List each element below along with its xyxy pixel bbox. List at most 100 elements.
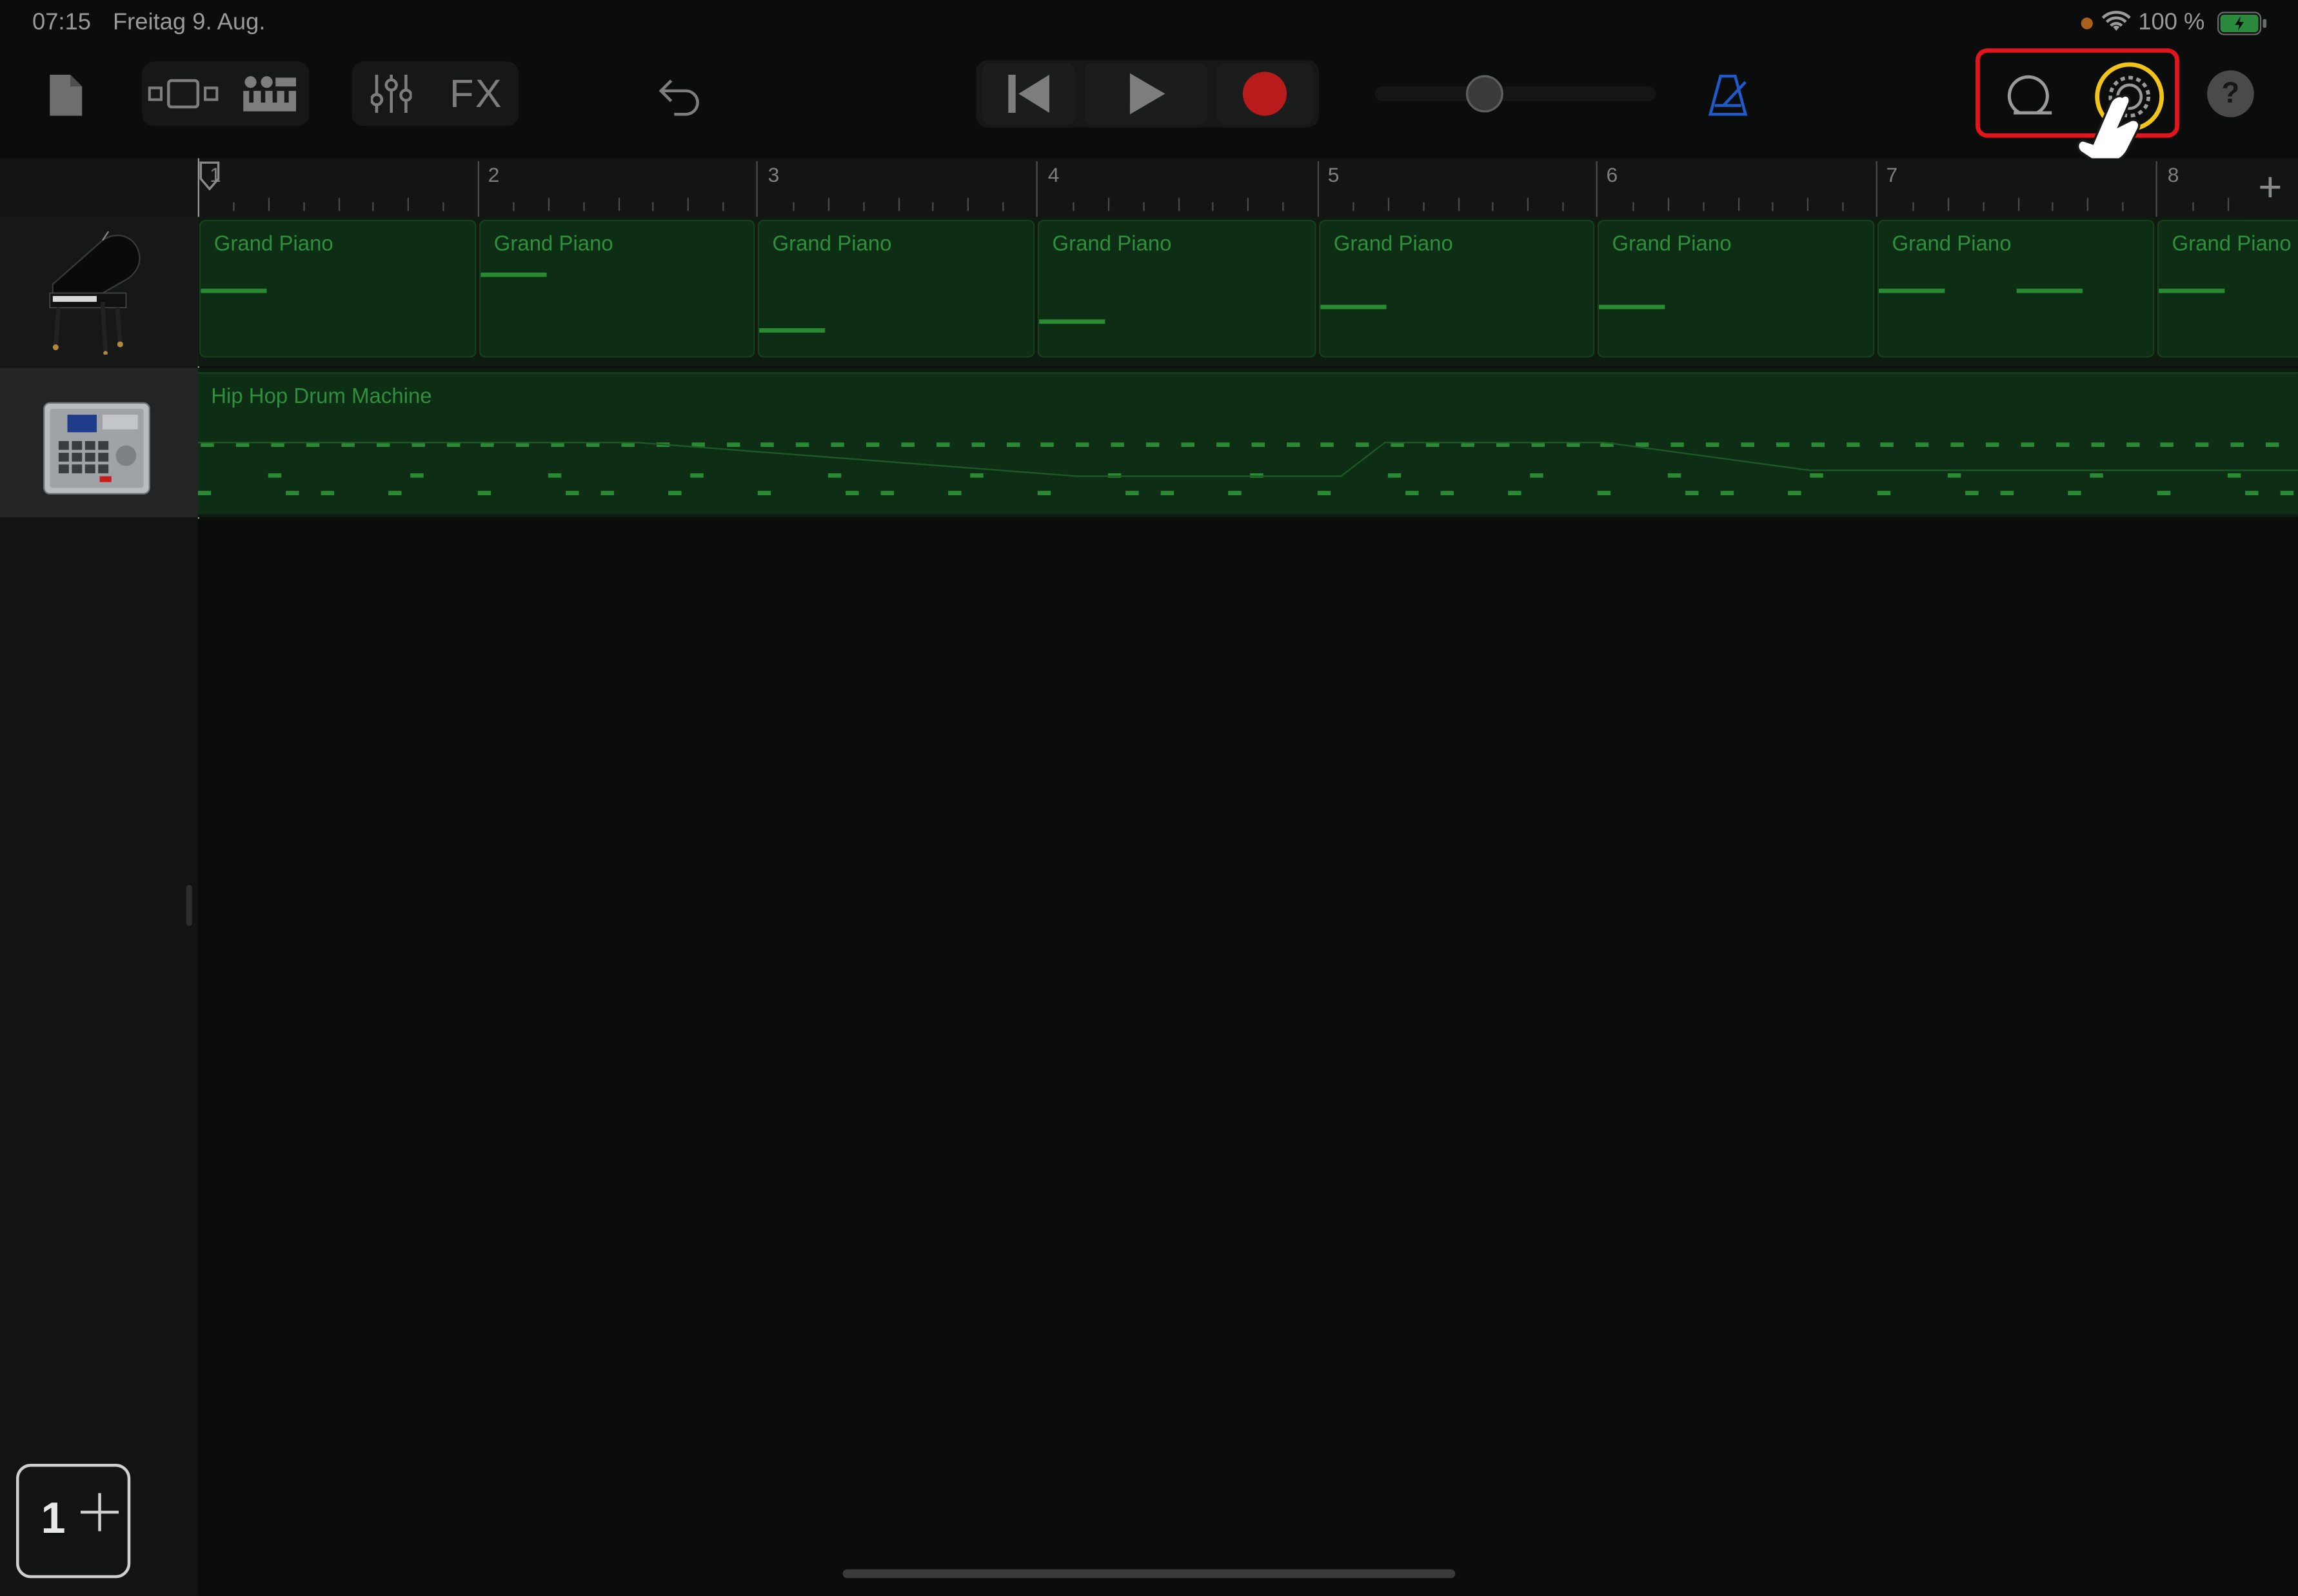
drum-hit (2280, 491, 2294, 496)
ruler-tick (722, 202, 724, 212)
view-toggle-button[interactable] (146, 64, 220, 123)
drum-hit (2068, 491, 2081, 496)
region-label: Grand Piano (1333, 233, 1453, 257)
help-button[interactable]: ? (2207, 70, 2254, 117)
drum-hit (1216, 442, 1230, 448)
region-label: Grand Piano (772, 233, 892, 257)
go-to-beginning-button[interactable] (982, 63, 1076, 125)
recording-indicator-dot (2081, 17, 2093, 30)
drum-hit (1317, 491, 1331, 496)
add-section-button[interactable]: + (2242, 158, 2298, 217)
track-header-hip-hop-drum-machine[interactable] (0, 368, 198, 518)
drum-pattern (197, 442, 2298, 496)
region-grand-piano-6[interactable]: Grand Piano (1597, 219, 1875, 358)
bar-line (1317, 161, 1320, 217)
midi-note (2159, 288, 2225, 293)
region-hip-hop-drum-machine[interactable]: Hip Hop Drum Machine (197, 372, 2298, 515)
bar-number: 3 (768, 163, 780, 186)
ruler-tick (513, 202, 515, 212)
ruler-tick (1457, 197, 1460, 212)
drum-hit (1160, 491, 1174, 496)
region-grand-piano-8[interactable]: Grand Piano (2157, 219, 2298, 358)
drum-hit (2091, 442, 2105, 448)
ruler-tick (268, 197, 270, 212)
fx-button[interactable]: FX (437, 64, 516, 123)
drum-hit (286, 491, 299, 496)
drum-hit (1880, 442, 1894, 448)
drum-hit (760, 442, 774, 448)
region-grand-piano-2[interactable]: Grand Piano (479, 219, 755, 358)
metronome-icon (1708, 74, 1748, 116)
my-songs-button[interactable] (41, 68, 91, 123)
ruler-tick (1772, 202, 1774, 212)
ruler-tick (1422, 202, 1424, 212)
bar-line (2155, 161, 2157, 217)
drum-hit (1965, 491, 1979, 496)
drum-hit (1040, 442, 1054, 448)
ruler-tick (1912, 202, 1914, 212)
ruler-tick (1807, 197, 1809, 212)
ruler-tick (1947, 197, 1949, 212)
mixer-button[interactable] (357, 64, 425, 123)
smart-controls-button[interactable] (235, 64, 305, 123)
drum-hit (1181, 442, 1194, 448)
fx-label: FX (449, 71, 503, 115)
drum-hit (1776, 442, 1790, 448)
drum-hit (1720, 491, 1734, 496)
drum-hit (880, 491, 895, 496)
region-grand-piano-7[interactable]: Grand Piano (1877, 219, 2155, 358)
undo-button[interactable] (648, 68, 712, 123)
drum-hit (971, 442, 985, 448)
drum-hit (901, 442, 915, 448)
record-button[interactable] (1216, 63, 1313, 125)
bar-number: 6 (1606, 163, 1618, 186)
drum-hit (1405, 491, 1419, 496)
drum-hit (1125, 491, 1139, 496)
volume-slider-track (1374, 75, 1656, 113)
home-indicator[interactable] (842, 1569, 1456, 1579)
track-header-grand-piano[interactable] (0, 217, 198, 367)
battery-percentage: 100 % (2138, 10, 2205, 35)
drum-hit (388, 491, 402, 496)
bar-number: 5 (1327, 163, 1340, 186)
ruler-tick (233, 202, 235, 212)
drum-hit (1145, 442, 1160, 448)
ruler-tick (933, 202, 935, 212)
track-count-button[interactable] (15, 1464, 131, 1579)
ruler-tick (827, 197, 829, 212)
region-grand-piano-5[interactable]: Grand Piano (1319, 219, 1595, 358)
ruler-tick (1667, 197, 1669, 212)
drum-hit (936, 442, 950, 448)
bar-line (756, 161, 758, 217)
drum-hit (1670, 442, 1684, 448)
drum-hit (1985, 442, 1999, 448)
drum-hit (2160, 442, 2174, 448)
region-grand-piano-3[interactable]: Grand Piano (757, 219, 1035, 358)
ruler-tick (2087, 197, 2089, 212)
ruler-tick (1107, 197, 1109, 212)
timeline-ruler[interactable]: 1 2 3 4 5 6 7 8 (197, 158, 2298, 217)
ruler-tick (582, 202, 584, 212)
region-grand-piano-1[interactable]: Grand Piano (199, 219, 477, 358)
drum-hit (2245, 491, 2259, 496)
undo-icon (659, 79, 699, 116)
drum-hit (1810, 473, 1823, 478)
drum-hit (268, 473, 282, 478)
playhead-marker[interactable] (199, 161, 220, 191)
region-grand-piano-4[interactable]: Grand Piano (1037, 219, 1316, 358)
drum-hit (1685, 491, 1699, 496)
drum-machine-icon (43, 402, 150, 495)
drum-hit (866, 442, 880, 448)
ruler-tick (2017, 197, 2019, 212)
drum-hit (1597, 491, 1611, 496)
master-volume-slider[interactable] (1374, 74, 1656, 115)
ruler-tick (1282, 202, 1284, 212)
metronome-button[interactable] (1700, 68, 1756, 123)
track-header-resize-handle[interactable] (186, 885, 192, 927)
record-icon (1242, 72, 1287, 116)
drum-hit (1530, 473, 1543, 478)
ruler-tick (442, 202, 444, 212)
play-button[interactable] (1084, 63, 1208, 125)
drum-hit (948, 491, 962, 496)
midi-note (2016, 288, 2083, 293)
